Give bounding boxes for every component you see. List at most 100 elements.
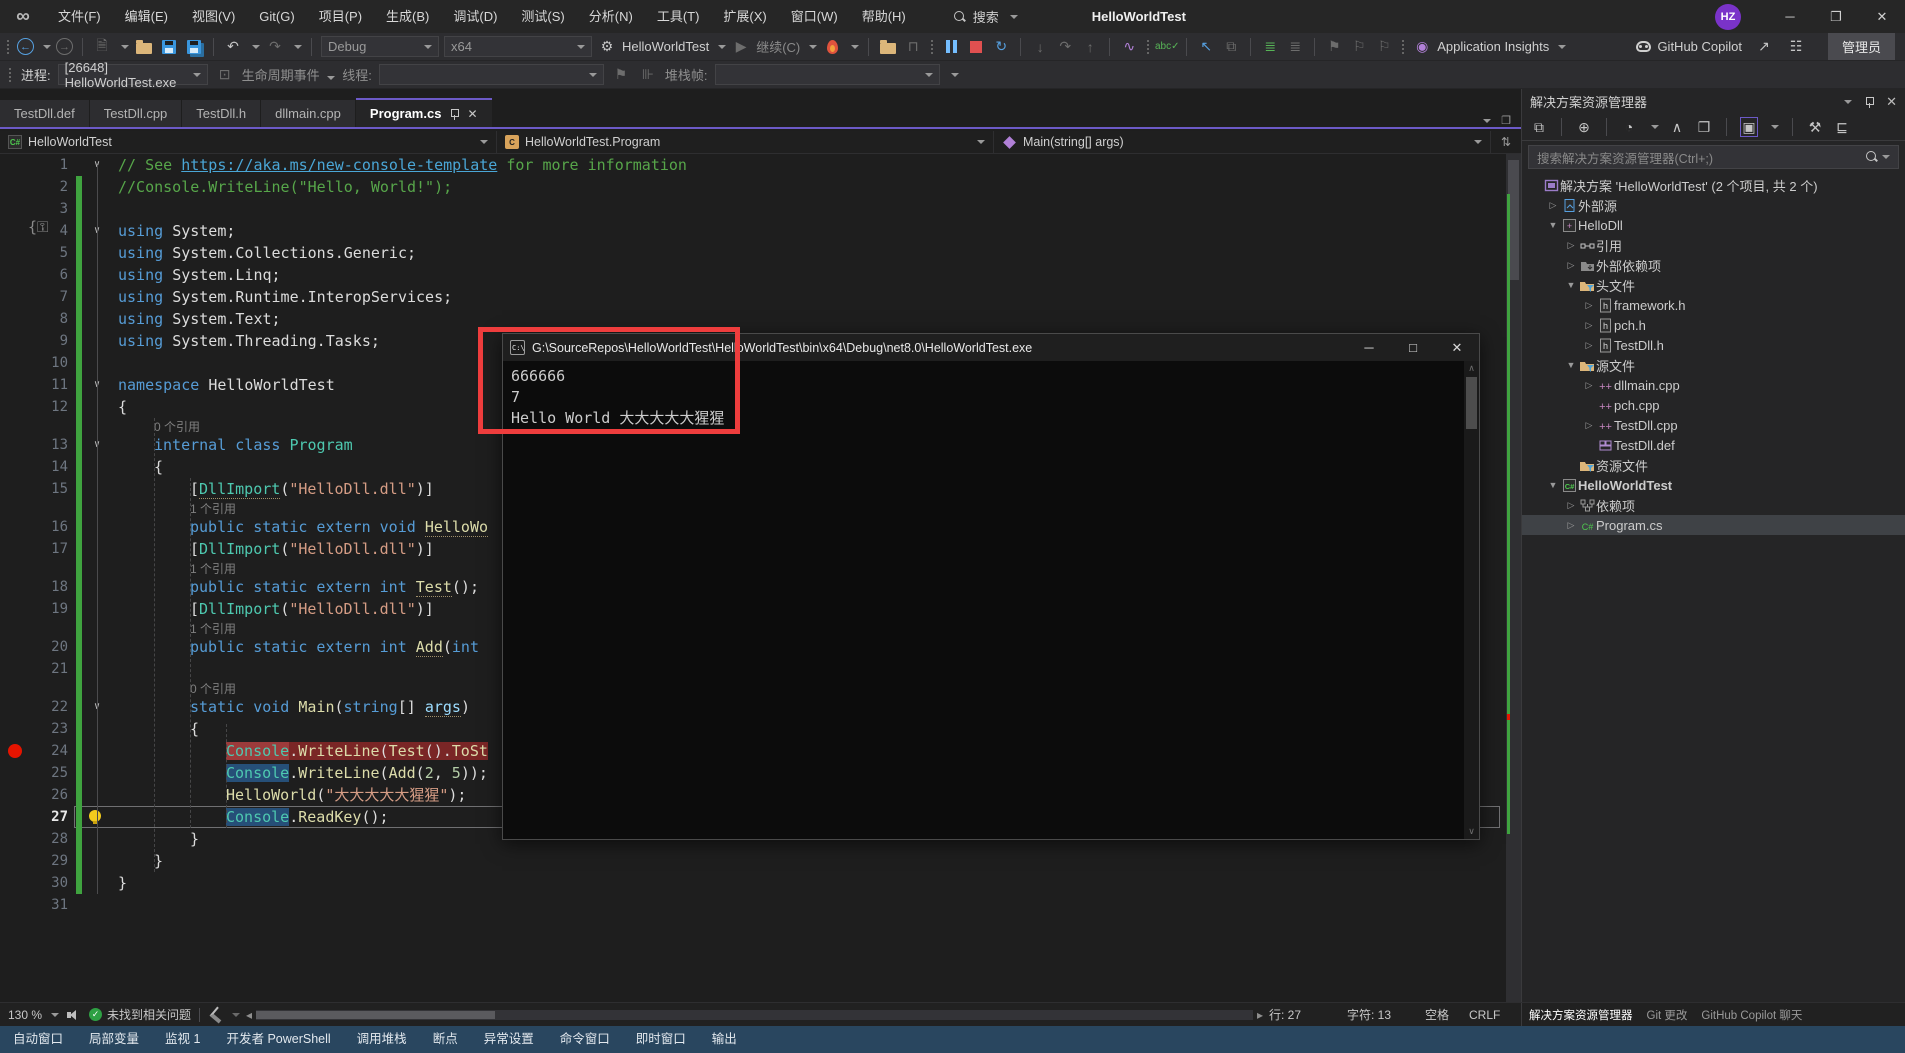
breakpoint-margin[interactable] — [0, 264, 30, 286]
tool-window-tab-输出[interactable]: 输出 — [699, 1026, 750, 1053]
collapsed-arrow-icon[interactable]: ▷ — [1564, 500, 1578, 511]
chevron-down-icon[interactable] — [121, 45, 129, 49]
save-button[interactable] — [159, 37, 179, 57]
console-scrollbar[interactable]: ∧ ∨ — [1464, 361, 1479, 839]
flag-thread-icon[interactable]: ⚑ — [611, 65, 631, 85]
tool-window-tab-局部变量[interactable]: 局部变量 — [76, 1026, 152, 1053]
code-cleanup-icon[interactable] — [210, 1006, 227, 1023]
breakpoint-margin[interactable] — [0, 740, 30, 762]
status-spaces[interactable]: 空格 — [1425, 1006, 1469, 1023]
menu-item-4[interactable]: 项目(P) — [307, 0, 374, 33]
menu-item-3[interactable]: Git(G) — [247, 0, 306, 33]
toolbar-drag-handle[interactable] — [6, 39, 10, 55]
breakpoint-margin[interactable] — [0, 762, 30, 784]
breakpoint-margin[interactable] — [0, 636, 30, 658]
stackframe-dropdown[interactable] — [715, 64, 940, 85]
open-file-button[interactable] — [134, 37, 154, 57]
code-line-4[interactable]: 4∨using System; — [0, 220, 1500, 242]
previous-bookmark-button[interactable]: ⚐ — [1349, 37, 1369, 57]
pin-icon[interactable] — [449, 108, 459, 120]
breakpoint-margin[interactable] — [0, 286, 30, 308]
chevron-down-icon[interactable] — [294, 45, 302, 49]
document-tab-dllmain.cpp[interactable]: dllmain.cpp — [261, 100, 355, 127]
collapsed-arrow-icon[interactable]: ▷ — [1564, 240, 1578, 251]
menu-item-12[interactable]: 帮助(H) — [850, 0, 918, 33]
tree-item-资源文件[interactable]: 资源文件 — [1522, 455, 1905, 475]
breakpoint-margin[interactable] — [0, 434, 30, 456]
tree-item-外部依赖项[interactable]: ▷外部依赖项 — [1522, 255, 1905, 275]
stop-debug-button[interactable] — [966, 37, 986, 57]
tree-item-Program.cs[interactable]: ▷C#Program.cs — [1522, 515, 1905, 535]
diagnostics-button[interactable]: ∿ — [1119, 37, 1139, 57]
indent-lines-button[interactable]: ≣ — [1260, 37, 1280, 57]
collapsed-arrow-icon[interactable]: ▷ — [1582, 380, 1596, 391]
chevron-down-icon[interactable] — [1558, 45, 1566, 49]
menu-item-11[interactable]: 窗口(W) — [779, 0, 850, 33]
collapse-all-icon[interactable]: ∧ — [1668, 117, 1686, 137]
document-list-chevron-icon[interactable] — [1483, 119, 1491, 123]
cursor-select-button[interactable]: ↖ — [1196, 37, 1216, 57]
continue-play-icon[interactable]: ▶ — [731, 37, 751, 57]
document-tab-TestDll.h[interactable]: TestDll.h — [182, 100, 260, 127]
hot-reload-button[interactable] — [822, 37, 842, 57]
scroll-up-icon[interactable]: ∧ — [1464, 363, 1479, 374]
code-line-29[interactable]: 29} — [0, 850, 1500, 872]
menu-item-0[interactable]: 文件(F) — [46, 0, 113, 33]
menu-item-1[interactable]: 编辑(E) — [113, 0, 180, 33]
tool-window-tab-异常设置[interactable]: 异常设置 — [471, 1026, 547, 1053]
collapsed-arrow-icon[interactable]: ▷ — [1564, 260, 1578, 271]
expanded-arrow-icon[interactable]: ▼ — [1546, 480, 1560, 490]
process-dropdown[interactable]: [26648] HelloWorldTest.exe — [58, 64, 208, 85]
panel-tab-GitHub Copilot 聊天[interactable]: GitHub Copilot 聊天 — [1694, 1007, 1809, 1023]
copy-path-icon[interactable]: ❐ — [1695, 117, 1713, 137]
menu-item-8[interactable]: 分析(N) — [577, 0, 645, 33]
code-line-2[interactable]: 2//Console.WriteLine("Hello, World!"); — [0, 176, 1500, 198]
redo-button[interactable]: ↷ — [265, 37, 285, 57]
scrollbar-thumb[interactable] — [256, 1011, 495, 1019]
breakpoint-margin[interactable] — [0, 308, 30, 330]
toolbar-drag-handle[interactable] — [1146, 39, 1150, 55]
close-button[interactable]: ✕ — [1859, 0, 1905, 33]
console-close-button[interactable]: ✕ — [1435, 334, 1479, 361]
breakpoint-margin[interactable] — [0, 828, 30, 850]
console-maximize-button[interactable]: □ — [1391, 334, 1435, 361]
menu-item-2[interactable]: 视图(V) — [180, 0, 247, 33]
tool-window-tab-监视 1[interactable]: 监视 1 — [152, 1026, 213, 1053]
tree-item-pch.h[interactable]: ▷hpch.h — [1522, 315, 1905, 335]
tree-item-TestDll.h[interactable]: ▷hTestDll.h — [1522, 335, 1905, 355]
breadcrumb-type-dropdown[interactable]: C HelloWorldTest.Program — [497, 131, 994, 153]
document-tab-TestDll.cpp[interactable]: TestDll.cpp — [90, 100, 182, 127]
breakpoint-margin[interactable] — [0, 872, 30, 894]
toolbar-drag-handle[interactable] — [8, 67, 12, 83]
bookmark-button[interactable]: ⚑ — [1324, 37, 1344, 57]
panel-tab-解决方案资源管理器[interactable]: 解决方案资源管理器 — [1522, 1007, 1640, 1023]
tree-item-TestDll.def[interactable]: TestDll.def — [1522, 435, 1905, 455]
pending-changes-filter-icon[interactable]: ◔ — [1620, 117, 1638, 137]
breakpoint-margin[interactable] — [0, 696, 30, 718]
step-over-button[interactable]: ↷ — [1055, 37, 1075, 57]
application-insights-dropdown[interactable]: Application Insights — [1437, 39, 1549, 54]
solution-explorer-search-input[interactable]: 搜索解决方案资源管理器(Ctrl+;) — [1528, 145, 1899, 169]
new-file-button[interactable]: 🗎 — [92, 37, 112, 57]
tool-window-tab-命令窗口[interactable]: 命令窗口 — [547, 1026, 623, 1053]
chevron-down-icon[interactable] — [718, 45, 726, 49]
toolbar-drag-handle[interactable] — [1401, 39, 1405, 55]
breakpoint-margin[interactable] — [0, 718, 30, 740]
breakpoint-margin[interactable] — [0, 418, 30, 434]
step-out-button[interactable]: ↑ — [1080, 37, 1100, 57]
save-all-button[interactable] — [184, 37, 204, 57]
undo-button[interactable]: ↶ — [223, 37, 243, 57]
tool-window-tab-自动窗口[interactable]: 自动窗口 — [0, 1026, 76, 1053]
tool-window-tab-调用堆栈[interactable]: 调用堆栈 — [344, 1026, 420, 1053]
expanded-arrow-icon[interactable]: ▼ — [1564, 280, 1578, 290]
scrollbar-thumb[interactable] — [1466, 377, 1477, 429]
document-tab-Program.cs[interactable]: Program.cs✕ — [356, 98, 492, 127]
collapsed-arrow-icon[interactable]: ▷ — [1582, 320, 1596, 331]
code-line-7[interactable]: 7using System.Runtime.InteropServices; — [0, 286, 1500, 308]
breakpoint-margin[interactable] — [0, 516, 30, 538]
thread-dropdown[interactable] — [379, 64, 604, 85]
breakpoint-margin[interactable] — [0, 456, 30, 478]
zoom-level-dropdown[interactable]: 130 % — [0, 1008, 67, 1022]
breakpoint-margin[interactable] — [0, 598, 30, 620]
breakpoint-margin[interactable] — [0, 352, 30, 374]
